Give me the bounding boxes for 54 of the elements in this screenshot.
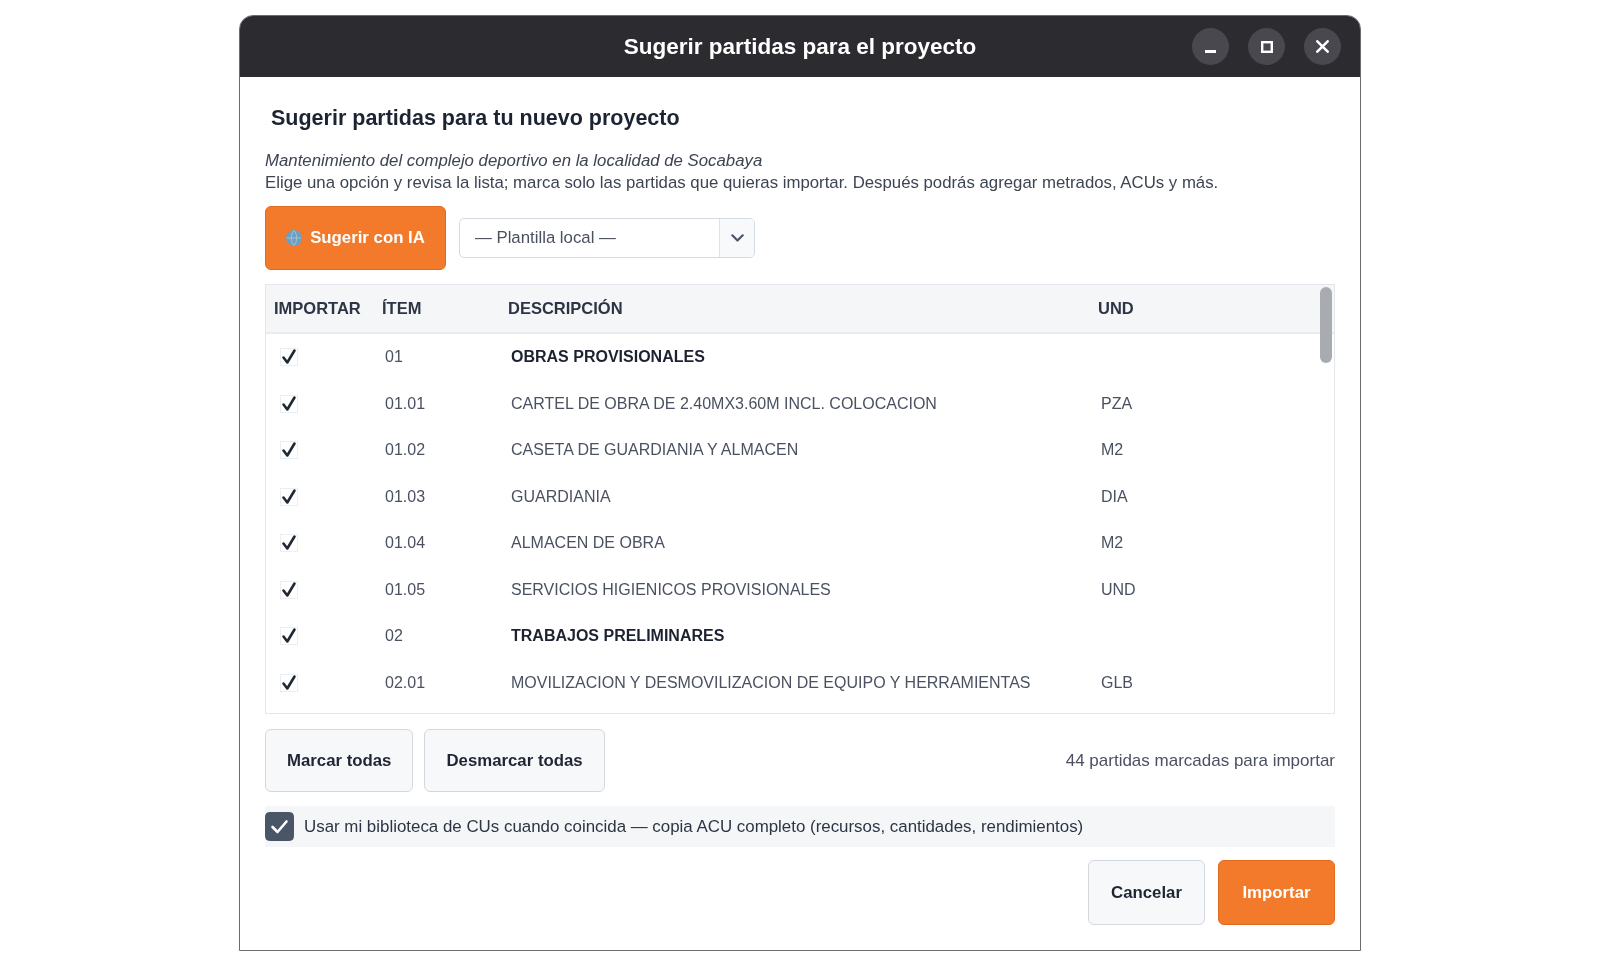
item-unit: UND <box>1100 580 1137 599</box>
item-code: 02 <box>384 627 404 646</box>
import-checkbox[interactable] <box>280 534 298 553</box>
column-header: ÍTEM <box>381 299 423 318</box>
item-unit: M2 <box>1100 534 1125 553</box>
dialog-heading: Sugerir partidas para tu nuevo proyecto <box>271 105 681 131</box>
import-checkbox[interactable] <box>280 673 298 692</box>
import-checkbox[interactable] <box>280 348 298 367</box>
item-unit: M2 <box>1100 441 1125 460</box>
item-description: OBRAS PROVISIONALES <box>510 348 706 367</box>
item-code: 01.03 <box>384 487 427 506</box>
import-checkbox[interactable] <box>280 580 298 599</box>
item-description: ALMACEN DE OBRA <box>510 534 666 553</box>
item-code: 01.04 <box>384 534 427 553</box>
globe-icon <box>286 230 303 246</box>
close-button[interactable] <box>1304 28 1341 65</box>
library-option-label: Usar mi biblioteca de CUs cuando coincida — copia ACU completo (recursos, cantidades, rendimientos) <box>304 816 1084 837</box>
minimize-icon <box>1205 49 1216 53</box>
item-code: 02.01 <box>384 673 427 692</box>
import-checkbox[interactable] <box>280 487 298 506</box>
chevron-down-icon <box>730 234 744 242</box>
library-checkbox[interactable] <box>265 812 294 841</box>
import-checkbox[interactable] <box>280 441 298 460</box>
minimize-button[interactable] <box>1192 28 1229 65</box>
selection-count: 44 partidas marcadas para importar <box>1065 750 1335 771</box>
bulk-select-button[interactable]: Marcar todas <box>265 729 414 792</box>
maximize-button[interactable] <box>1248 28 1285 65</box>
item-unit: DIA <box>1100 487 1129 506</box>
item-unit: PZA <box>1100 394 1134 413</box>
scrollbar-thumb[interactable] <box>1320 287 1332 363</box>
item-code: 01.01 <box>384 394 427 413</box>
item-description: GUARDIANIA <box>510 487 612 506</box>
close-icon <box>1316 40 1329 53</box>
item-code: 01 <box>384 348 404 367</box>
item-unit: GLB <box>1100 673 1134 692</box>
cancel-button[interactable]: Cancelar <box>1088 860 1205 925</box>
column-header: UND <box>1097 299 1135 318</box>
item-description: MOVILIZACION Y DESMOVILIZACION DE EQUIPO Y HERRAMIENTAS <box>510 673 1032 692</box>
window-title: Sugerir partidas para el proyecto <box>623 33 977 60</box>
bulk-select-button[interactable]: Desmarcar todas <box>424 729 605 792</box>
template-dropdown[interactable]: — Plantilla local — <box>459 218 755 258</box>
item-description: CASETA DE GUARDIANIA Y ALMACEN <box>510 441 800 460</box>
item-description: CARTEL DE OBRA DE 2.40MX3.60M INCL. COLOCACION <box>510 394 938 413</box>
maximize-icon <box>1260 40 1273 53</box>
item-code: 01.05 <box>384 580 427 599</box>
column-header: DESCRIPCIÓN <box>507 299 624 318</box>
import-checkbox[interactable] <box>280 627 298 646</box>
project-name: Mantenimiento del complejo deportivo en la localidad de Socabaya <box>265 150 764 171</box>
item-code: 01.02 <box>384 441 427 460</box>
instructions-text: Elige una opción y revisa la lista; marca solo las partidas que quieras importar. Después podrás agregar metrados, ACUs y más. <box>265 172 1220 193</box>
item-description: SERVICIOS HIGIENICOS PROVISIONALES <box>510 580 832 599</box>
column-header: IMPORTAR <box>273 299 362 318</box>
import-checkbox[interactable] <box>280 394 298 413</box>
item-description: TRABAJOS PRELIMINARES <box>510 627 726 646</box>
